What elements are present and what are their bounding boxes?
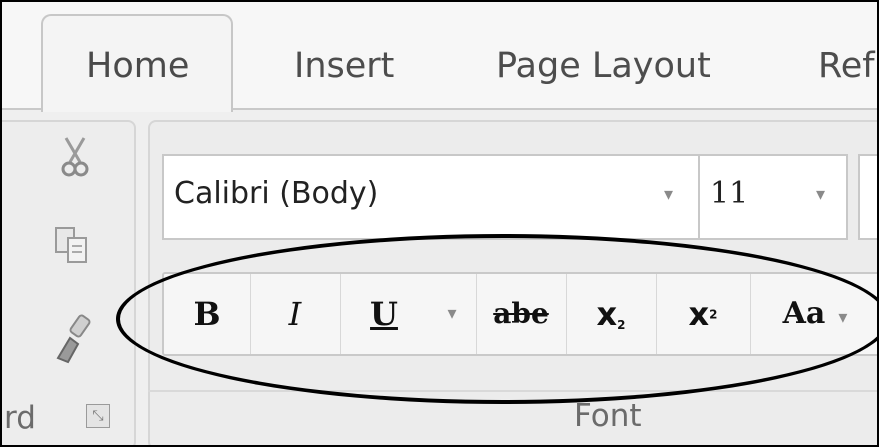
font-name-value: Calibri (Body) bbox=[174, 176, 379, 211]
tab-insert[interactable]: Insert bbox=[294, 46, 394, 86]
bold-button[interactable]: B bbox=[164, 274, 251, 354]
underline-dropdown-icon: ▾ bbox=[447, 303, 457, 324]
tab-references-label: Ref bbox=[818, 46, 875, 86]
superscript-icon: x bbox=[688, 295, 710, 333]
font-size-combobox[interactable]: 11 ▾ bbox=[698, 154, 848, 240]
ribbon-screenshot: Home Insert Page Layout Ref rd ⤡ Font Ca… bbox=[0, 0, 879, 447]
tab-home[interactable]: Home bbox=[41, 14, 233, 112]
subscript-icon: x bbox=[596, 295, 618, 333]
tab-insert-label: Insert bbox=[294, 46, 395, 86]
change-case-button[interactable]: Aa ▾ bbox=[750, 274, 877, 354]
subscript-mark: 2 bbox=[617, 318, 626, 333]
superscript-button[interactable]: x2 bbox=[656, 274, 751, 354]
copy-icon[interactable] bbox=[52, 224, 92, 277]
font-size-dropdown-icon[interactable]: ▾ bbox=[816, 184, 825, 205]
font-group-divider bbox=[148, 390, 877, 392]
change-case-dropdown-icon[interactable]: ▾ bbox=[838, 307, 847, 328]
bold-icon: B bbox=[193, 295, 221, 333]
tab-home-label: Home bbox=[86, 46, 190, 86]
format-painter-icon[interactable] bbox=[52, 312, 96, 375]
underline-dropdown[interactable]: ▾ bbox=[428, 274, 477, 354]
font-group-label: Font bbox=[574, 398, 642, 434]
clipboard-group-label: rd bbox=[4, 400, 36, 436]
tab-references[interactable]: Ref bbox=[818, 46, 875, 86]
italic-button[interactable]: I bbox=[250, 274, 341, 354]
grow-font-button[interactable] bbox=[858, 154, 877, 240]
ribbon-tab-strip: Home Insert Page Layout Ref bbox=[2, 2, 877, 112]
strikethrough-icon: abe bbox=[493, 297, 549, 330]
superscript-mark: 2 bbox=[709, 307, 718, 322]
clipboard-dialog-launcher-icon[interactable]: ⤡ bbox=[86, 404, 110, 428]
font-name-combobox[interactable]: Calibri (Body) ▾ bbox=[162, 154, 700, 240]
tab-page-layout-label: Page Layout bbox=[496, 46, 711, 86]
change-case-icon: Aa bbox=[782, 296, 826, 331]
underline-button[interactable]: U bbox=[340, 274, 428, 354]
tab-page-layout[interactable]: Page Layout bbox=[496, 46, 711, 86]
font-name-dropdown-icon[interactable]: ▾ bbox=[664, 184, 673, 205]
underline-icon: U bbox=[370, 295, 398, 333]
italic-icon: I bbox=[288, 295, 302, 333]
font-size-value: 11 bbox=[710, 176, 749, 211]
subscript-button[interactable]: x2 bbox=[566, 274, 657, 354]
strikethrough-button[interactable]: abe bbox=[476, 274, 567, 354]
font-formatting-row: B I U ▾ abe x2 x2 Aa ▾ bbox=[162, 272, 877, 356]
cut-icon[interactable] bbox=[60, 136, 90, 189]
